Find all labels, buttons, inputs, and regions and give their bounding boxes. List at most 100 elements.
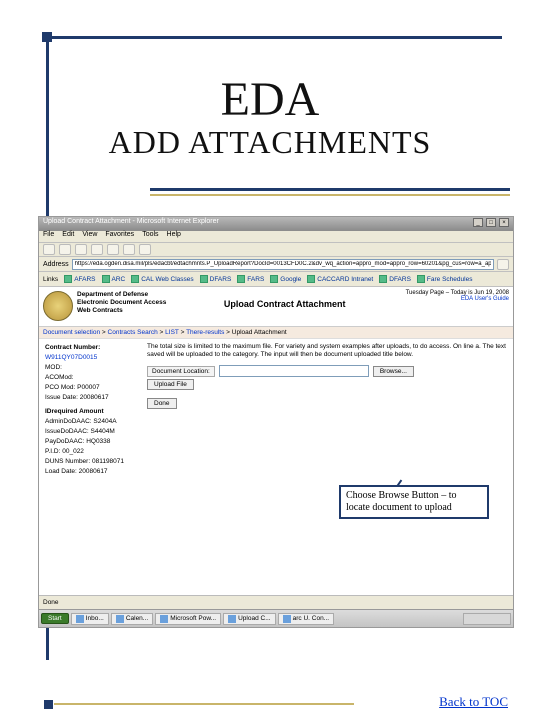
mod-label: MOD: <box>45 363 135 373</box>
issue-dodaac-label: IssueDoDAAC: <box>45 428 89 435</box>
upload-file-button[interactable]: Upload File <box>147 379 194 390</box>
refresh-button[interactable] <box>91 244 103 255</box>
required-header: IDrequired Amount <box>45 407 135 417</box>
crumb-1[interactable]: Document selection <box>43 329 100 336</box>
acomod-label: ACOMod: <box>45 373 135 383</box>
window-title: Upload Contract Attachment - Microsoft I… <box>43 218 219 230</box>
app-icon <box>228 615 236 623</box>
page-content: Department of Defense Electronic Documen… <box>39 287 513 607</box>
crumb-2[interactable]: Contracts Search <box>108 329 158 336</box>
dept-block: Department of Defense Electronic Documen… <box>77 287 166 326</box>
menu-edit[interactable]: Edit <box>62 231 74 242</box>
link-cal[interactable]: CAL Web Classes <box>131 275 193 283</box>
window-titlebar: Upload Contract Attachment - Microsoft I… <box>39 217 513 231</box>
link-fars[interactable]: FARS <box>237 275 264 283</box>
forward-button[interactable] <box>59 244 71 255</box>
decor-rule-mid <box>150 188 510 191</box>
page-header: Department of Defense Electronic Documen… <box>39 287 513 327</box>
instructions-text: The total size is limited to the maximum… <box>147 343 507 359</box>
task-1[interactable]: Inbo... <box>71 613 109 625</box>
page-icon <box>200 275 208 283</box>
done-button[interactable]: Done <box>147 398 177 409</box>
address-label: Address <box>43 261 69 268</box>
page-icon <box>307 275 315 283</box>
slide: EDA ADD ATTACHMENTS Upload Contract Atta… <box>0 0 540 720</box>
page-icon <box>379 275 387 283</box>
menu-help[interactable]: Help <box>167 231 181 242</box>
left-info-panel: Contract Number: W911QY07D0015 MOD: ACOM… <box>39 339 141 481</box>
doc-location-input[interactable] <box>219 365 369 377</box>
issue-date-value: 20080617 <box>80 394 109 401</box>
page-icon <box>131 275 139 283</box>
menu-tools[interactable]: Tools <box>142 231 158 242</box>
decor-rule-bottom <box>54 703 354 705</box>
app-icon <box>116 615 124 623</box>
links-label: Links <box>43 276 58 283</box>
go-button[interactable] <box>497 259 509 270</box>
contract-link[interactable]: W911QY07D0015 <box>45 354 97 361</box>
task-4[interactable]: Upload C... <box>223 613 276 625</box>
address-bar: Address <box>39 257 513 272</box>
start-button[interactable]: Start <box>41 613 69 624</box>
link-afars[interactable]: AFARS <box>64 275 95 283</box>
menu-favorites[interactable]: Favorites <box>105 231 134 242</box>
slide-title-2: ADD ATTACHMENTS <box>0 124 540 161</box>
close-button[interactable]: × <box>499 218 509 227</box>
menu-file[interactable]: File <box>43 231 54 242</box>
load-date-value: 20080617 <box>79 468 108 475</box>
page-icon <box>270 275 278 283</box>
admin-label: AdminDoDAAC: <box>45 418 92 425</box>
issue-dodaac-value: S4404M <box>91 428 115 435</box>
back-to-toc-link[interactable]: Back to TOC <box>439 694 508 710</box>
browse-button[interactable]: Browse... <box>373 366 414 377</box>
task-2[interactable]: Calen... <box>111 613 153 625</box>
breadcrumb: Document selection > Contracts Search > … <box>39 327 513 339</box>
home-button[interactable] <box>107 244 119 255</box>
link-dfars2[interactable]: DFARS <box>379 275 411 283</box>
page-icon <box>237 275 245 283</box>
link-fare[interactable]: Fare Schedules <box>417 275 473 283</box>
crumb-4[interactable]: There-results <box>186 329 224 336</box>
pay-value: HQ0338 <box>86 438 110 445</box>
menu-bar: File Edit View Favorites Tools Help <box>39 231 513 243</box>
duns-label: DUNS Number: <box>45 458 90 465</box>
dept-line2: Electronic Document Access <box>77 299 166 306</box>
system-tray[interactable] <box>463 613 511 625</box>
page-heading: Upload Contract Attachment <box>166 287 403 326</box>
taskbar: Start Inbo... Calen... Microsoft Pow... … <box>39 609 513 627</box>
maximize-button[interactable]: □ <box>486 218 496 227</box>
doc-location-row: Document Location: Browse... <box>147 365 507 377</box>
task-3[interactable]: Microsoft Pow... <box>155 613 221 625</box>
status-bar: Done <box>39 595 513 609</box>
link-google[interactable]: Google <box>270 275 301 283</box>
dept-line1: Department of Defense <box>77 291 148 298</box>
pid-value: 00_022 <box>62 448 84 455</box>
stop-button[interactable] <box>75 244 87 255</box>
duns-value: 081198071 <box>92 458 124 465</box>
issue-date-label: Issue Date: <box>45 394 78 401</box>
link-dfars[interactable]: DFARS <box>200 275 232 283</box>
address-input[interactable] <box>72 259 494 270</box>
right-form-panel: The total size is limited to the maximum… <box>141 339 513 481</box>
link-intranet[interactable]: CACCARD Intranet <box>307 275 373 283</box>
slide-title-1: EDA <box>0 72 540 127</box>
task-5[interactable]: arc U. Con... <box>278 613 334 625</box>
page-body: Contract Number: W911QY07D0015 MOD: ACOM… <box>39 339 513 481</box>
link-arc[interactable]: ARC <box>102 275 126 283</box>
users-guide-link[interactable]: EDA User's Guide <box>403 296 509 302</box>
crumb-3[interactable]: LIST <box>165 329 179 336</box>
window-buttons: _ □ × <box>472 218 509 230</box>
minimize-button[interactable]: _ <box>473 218 483 227</box>
menu-view[interactable]: View <box>82 231 97 242</box>
app-icon <box>283 615 291 623</box>
search-button[interactable] <box>123 244 135 255</box>
decor-square-tl <box>42 32 52 42</box>
favorites-button[interactable] <box>139 244 151 255</box>
links-bar: Links AFARS ARC CAL Web Classes DFARS FA… <box>39 272 513 287</box>
page-top-right: Tuesday Page – Today is Jun 19, 2008 EDA… <box>403 287 513 326</box>
app-icon <box>160 615 168 623</box>
back-button[interactable] <box>43 244 55 255</box>
crumb-5: Upload Attachment <box>232 329 287 336</box>
pcomod-value: P00007 <box>77 384 99 391</box>
embedded-screenshot: Upload Contract Attachment - Microsoft I… <box>38 216 514 628</box>
